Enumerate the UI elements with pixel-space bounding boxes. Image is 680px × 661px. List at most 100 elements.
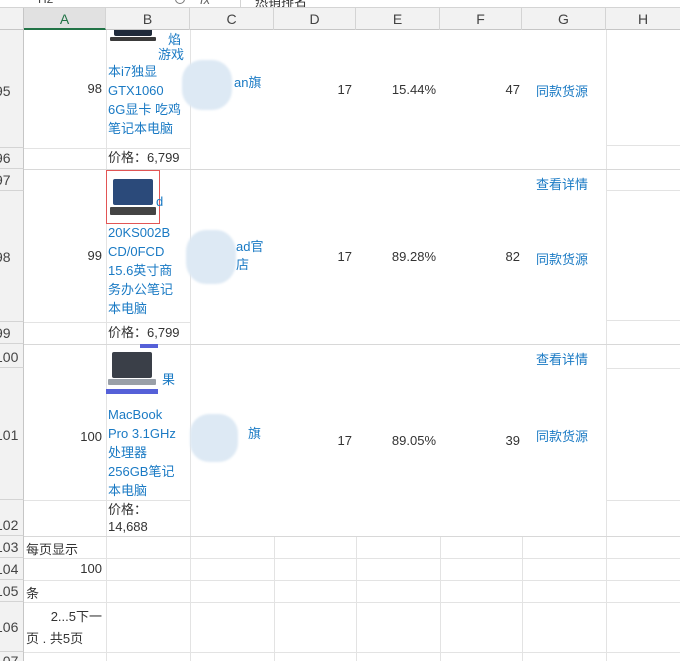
row-header-102[interactable]: 102: [0, 500, 24, 536]
column-f-value: 39: [505, 433, 520, 448]
row-header-104[interactable]: 104: [0, 558, 24, 580]
column-header-bar: A B C D E F G H: [0, 8, 680, 30]
name-box[interactable]: H2: [38, 0, 53, 6]
pagination-text[interactable]: 2...5下一 页 . 共5页: [26, 606, 102, 650]
price-line: 14,688: [108, 519, 148, 534]
formula-input[interactable]: 热销排名: [255, 0, 307, 7]
view-detail-link[interactable]: 查看详情: [536, 349, 588, 368]
same-source-link[interactable]: 同款货源: [536, 249, 588, 268]
title-line: d: [156, 194, 164, 209]
percent-value: 15.44%: [391, 82, 436, 97]
row-header-96[interactable]: 96: [0, 148, 24, 169]
same-source-link[interactable]: 同款货源: [536, 81, 588, 100]
title-line: GTX1060: [108, 83, 164, 98]
grid-line: [24, 602, 680, 603]
blurred-shop-logo: [182, 60, 232, 110]
row-header-101[interactable]: 101: [0, 368, 24, 500]
shop-line: ad官: [236, 239, 264, 254]
shop-name-link[interactable]: ad官 店: [236, 238, 263, 274]
title-line: 笔记本电脑: [108, 121, 174, 136]
product-title-link[interactable]: d 20KS002B CD/0FCD 15.6英寸商 务办公笔记 本电脑: [108, 192, 188, 318]
formula-separator: [240, 0, 241, 7]
title-line: 6G显卡 吃鸡: [108, 102, 181, 117]
column-header-g[interactable]: G: [522, 8, 606, 30]
title-line: 果: [162, 372, 176, 387]
title-line: 15.6英寸商: [108, 263, 173, 278]
percent-value: 89.05%: [391, 433, 436, 448]
shop-name-link[interactable]: an旗: [234, 72, 261, 91]
row-header-97[interactable]: 97: [0, 169, 24, 191]
column-f-value: 82: [505, 249, 520, 264]
grid-line: [190, 30, 191, 661]
row-header-106[interactable]: 106: [0, 602, 24, 652]
price-label: 价格： 14,688: [108, 501, 188, 535]
grid-line: [606, 30, 607, 661]
rank-value: 98: [87, 81, 102, 96]
search-icon[interactable]: [175, 0, 185, 4]
pager-line: 2...5下一: [50, 609, 102, 624]
price-line: 价格：: [108, 502, 148, 517]
row-header-107[interactable]: 107: [0, 652, 24, 661]
column-header-f[interactable]: F: [440, 8, 522, 30]
select-all-corner[interactable]: [0, 8, 24, 30]
title-line: 本电脑: [108, 301, 148, 316]
column-header-h[interactable]: H: [606, 8, 680, 30]
grid-line: [24, 652, 680, 653]
grid-line: [356, 536, 357, 661]
grid-line: [522, 536, 523, 661]
grid-line: [24, 580, 680, 581]
per-page-label: 每页显示: [26, 542, 79, 557]
blurred-shop-logo: [186, 230, 236, 284]
row-header-98[interactable]: 98: [0, 191, 24, 322]
row-header-99[interactable]: 99: [0, 322, 24, 344]
formula-bar: H2 fx 热销排名: [0, 0, 680, 8]
cell-grid[interactable]: 98 焰 游戏 本i7独显 GTX1060 6G显卡 吃鸡 笔记本电脑 价格：6…: [24, 30, 680, 661]
grid-line: [606, 145, 680, 146]
per-page-value[interactable]: 100: [26, 561, 102, 576]
grid-line: [606, 190, 680, 191]
title-line: 处理器: [108, 445, 148, 460]
column-header-a[interactable]: A: [24, 8, 106, 30]
product-title-link[interactable]: 果 MacBook Pro 3.1GHz 处理器 256GB笔记 本电脑: [108, 370, 188, 500]
grid-line: [24, 322, 190, 323]
grid-line: [24, 536, 680, 537]
fx-label: fx: [200, 0, 210, 7]
title-gap: [108, 211, 188, 223]
title-line: 20KS002B: [108, 225, 171, 240]
row-header-100[interactable]: 100: [0, 344, 24, 368]
title-line: MacBook: [108, 407, 163, 422]
column-d-value: 17: [337, 82, 352, 97]
title-line: 256GB笔记: [108, 464, 175, 479]
grid-line: [274, 536, 275, 661]
price-label: 价格：6,799: [108, 150, 180, 165]
column-header-c[interactable]: C: [190, 8, 274, 30]
row-header-105[interactable]: 105: [0, 580, 24, 602]
row-header-95[interactable]: 95: [0, 30, 24, 148]
title-line: CD/0FCD: [108, 244, 165, 259]
same-source-link[interactable]: 同款货源: [536, 426, 588, 445]
title-line: 游戏: [158, 47, 185, 62]
title-line: 本电脑: [108, 483, 148, 498]
title-line: 务办公笔记: [108, 282, 174, 297]
badge-image: [140, 344, 158, 348]
row-header-103[interactable]: 103: [0, 536, 24, 558]
pager-line: 页 . 共5页: [26, 631, 84, 646]
product-title-link[interactable]: 焰 游戏 本i7独显 GTX1060 6G显卡 吃鸡 笔记本电脑: [108, 32, 188, 138]
column-d-value: 17: [337, 433, 352, 448]
grid-line: [606, 368, 680, 369]
column-header-e[interactable]: E: [356, 8, 440, 30]
column-header-b[interactable]: B: [106, 8, 190, 30]
rank-value: 99: [87, 248, 102, 263]
grid-line: [24, 558, 680, 559]
shop-name-link[interactable]: 旗: [248, 423, 261, 442]
column-header-d[interactable]: D: [274, 8, 356, 30]
grid-line: [606, 500, 680, 501]
column-f-value: 47: [505, 82, 520, 97]
view-detail-link[interactable]: 查看详情: [536, 174, 588, 193]
title-line: Pro 3.1GHz: [108, 426, 176, 441]
title-gap: [108, 389, 188, 405]
grid-line: [606, 320, 680, 321]
blurred-shop-logo: [190, 414, 238, 462]
price-label: 价格：6,799: [108, 325, 180, 340]
unit-label: 条: [26, 586, 40, 601]
